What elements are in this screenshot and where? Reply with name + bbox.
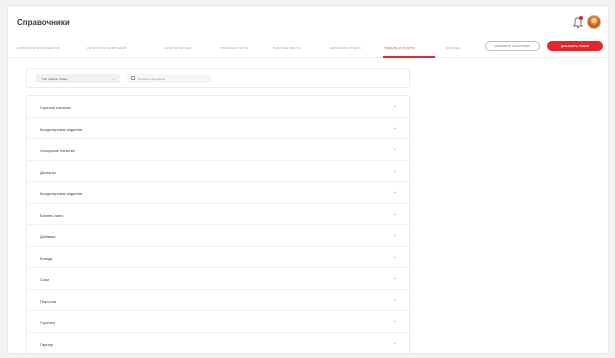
tab-price-categories[interactable]: Категории цен [164, 46, 191, 50]
list-item-label: Кондитерские изделия [40, 191, 83, 196]
tab-warehouses[interactable]: Склады [446, 46, 460, 50]
category-list: Горячие напитки ⌄ Кондитерские изделия ⌄… [26, 95, 410, 354]
list-item-label: Соки [40, 277, 50, 282]
chevron-down-icon[interactable]: ⌄ [393, 318, 397, 324]
list-item-label: Бизнес-ланч [40, 212, 64, 218]
list-item[interactable]: Горячие напитки ⌄ [27, 96, 409, 118]
list-item[interactable]: Гарнир ⌄ [27, 333, 409, 354]
list-item[interactable]: Персона ⌄ [27, 290, 409, 311]
list-item-label: Горячее [40, 320, 56, 325]
list-item[interactable]: Кондитерские изделия ⌄ [27, 182, 409, 204]
add-category-button[interactable]: Добавить категорию [485, 41, 540, 51]
top-bar: Справочники [8, 6, 608, 40]
tab-report-units[interactable]: Единицы отчета [330, 46, 361, 50]
chevron-down-icon[interactable]: ⌄ [393, 211, 397, 217]
chevron-down-icon: ⌄ [112, 76, 116, 81]
chevron-down-icon[interactable]: ⌄ [393, 146, 397, 152]
chevron-down-icon[interactable]: ⌄ [393, 168, 397, 174]
filter-bar: Тип товара: Товар ⌄ Показать архивные [26, 68, 410, 88]
tab-workplaces[interactable]: Рабочие места [273, 46, 301, 50]
chevron-down-icon[interactable]: ⌄ [393, 297, 397, 303]
list-item-label: Блюда [40, 255, 53, 261]
list-item[interactable]: Добавки ⌄ [27, 225, 409, 247]
chevron-down-icon[interactable]: ⌄ [393, 340, 397, 346]
show-archived-label: Показать архивные [138, 77, 166, 81]
avatar[interactable] [587, 15, 601, 29]
chevron-down-icon[interactable]: ⌄ [393, 232, 397, 238]
chevron-down-icon[interactable]: ⌄ [393, 254, 397, 260]
app-window: Справочники Категории документов Категор… [7, 5, 609, 354]
notification-dot [579, 16, 583, 20]
show-archived-checkbox[interactable] [131, 76, 135, 80]
list-item[interactable]: Десерты ⌄ [27, 161, 409, 182]
list-item[interactable]: Соки ⌄ [27, 268, 409, 290]
chevron-down-icon[interactable]: ⌄ [393, 103, 397, 109]
chevron-down-icon[interactable]: ⌄ [393, 189, 397, 195]
list-item[interactable]: Горячее ⌄ [27, 311, 409, 333]
list-item-label: Добавки [40, 234, 56, 239]
list-item-label: Персона [40, 298, 57, 304]
list-item-label: Холодные напитки [40, 148, 75, 153]
list-item[interactable]: Бизнес-ланч ⌄ [27, 204, 409, 225]
item-type-select-value: Тип товара: Товар [42, 77, 68, 81]
tab-reception-status[interactable]: Приемы статус [220, 46, 248, 50]
add-item-button[interactable]: Добавить товар [547, 41, 603, 51]
item-type-select[interactable]: Тип товара: Товар ⌄ [36, 74, 120, 83]
list-item[interactable]: Холодные напитки ⌄ [27, 139, 409, 161]
list-item-label: Десерты [40, 169, 57, 175]
list-item[interactable]: Блюда ⌄ [27, 247, 409, 268]
tab-company-categories[interactable]: Категории компаний [87, 46, 126, 50]
bell-icon[interactable] [572, 16, 584, 30]
list-item-label: Горячие напитки [40, 105, 71, 110]
tab-document-categories[interactable]: Категории документов [17, 46, 60, 50]
list-item[interactable]: Кондитерские изделия ⌄ [27, 118, 409, 139]
list-item-label: Кондитерские изделия [40, 126, 83, 132]
show-archived-toggle[interactable]: Показать архивные [127, 74, 211, 83]
chevron-down-icon[interactable]: ⌄ [393, 275, 397, 281]
page-title: Справочники [17, 18, 70, 27]
list-item-label: Гарнир [40, 341, 54, 347]
active-tab-indicator [383, 56, 435, 58]
tab-goods-services[interactable]: Товары и услуги [384, 46, 415, 50]
chevron-down-icon[interactable]: ⌄ [393, 125, 397, 131]
